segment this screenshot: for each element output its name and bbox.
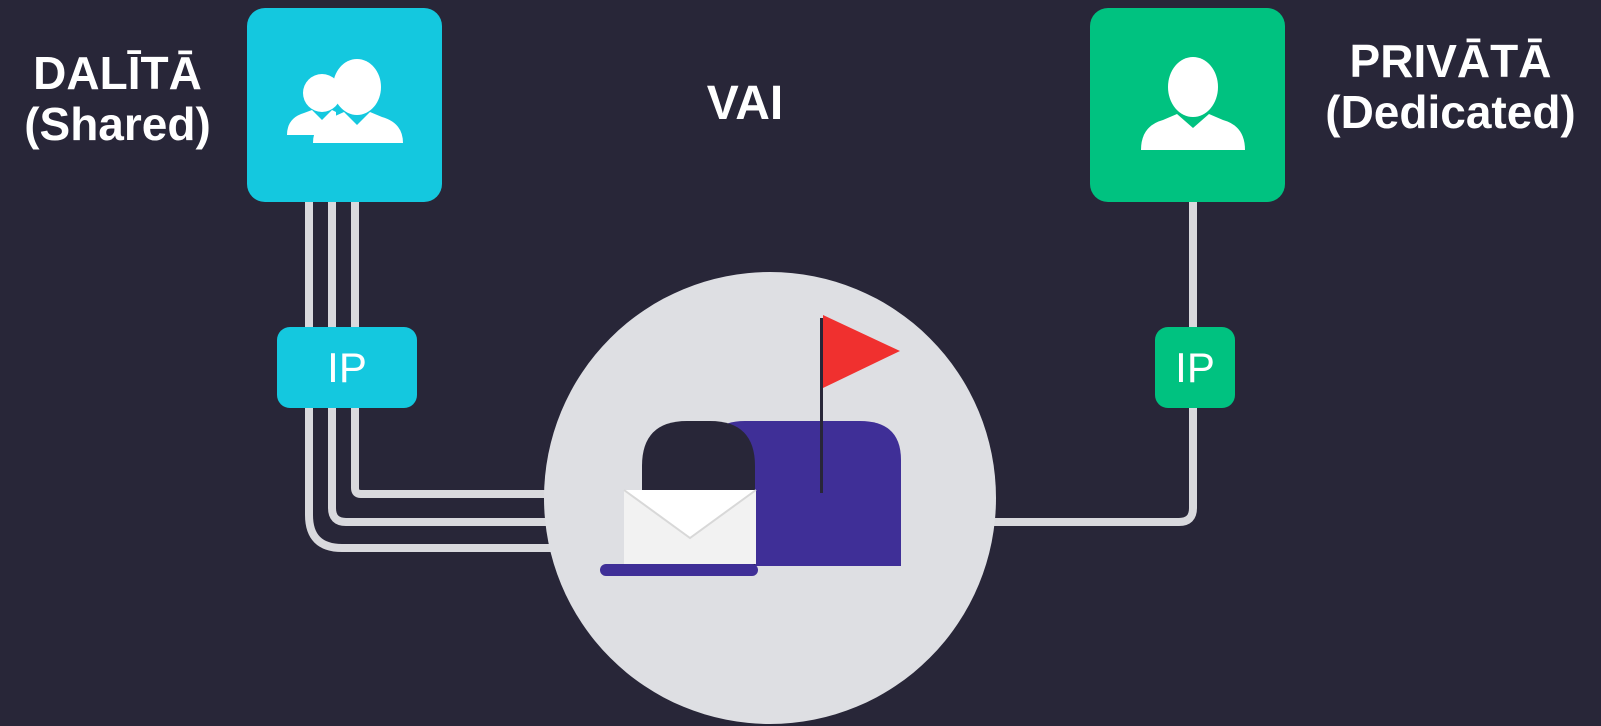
flag-pole [820,318,823,493]
shared-ip-label: IP [327,344,367,391]
shared-label-title: DALĪTĀ [33,47,202,99]
dedicated-label: PRIVĀTĀ (Dedicated) [1300,36,1601,137]
shared-label: DALĪTĀ (Shared) [0,48,235,149]
shared-label-subtitle: (Shared) [24,97,211,150]
or-label: VAI [706,77,784,130]
diagram-canvas: IP IP DALĪTĀ (Shared) VAI PRIVĀTĀ (Dedic… [0,0,1601,726]
mailbox-base [600,564,758,576]
dedicated-label-subtitle: (Dedicated) [1325,85,1576,138]
dedicated-ip-label: IP [1175,344,1215,391]
dedicated-label-title: PRIVĀTĀ [1349,35,1552,87]
